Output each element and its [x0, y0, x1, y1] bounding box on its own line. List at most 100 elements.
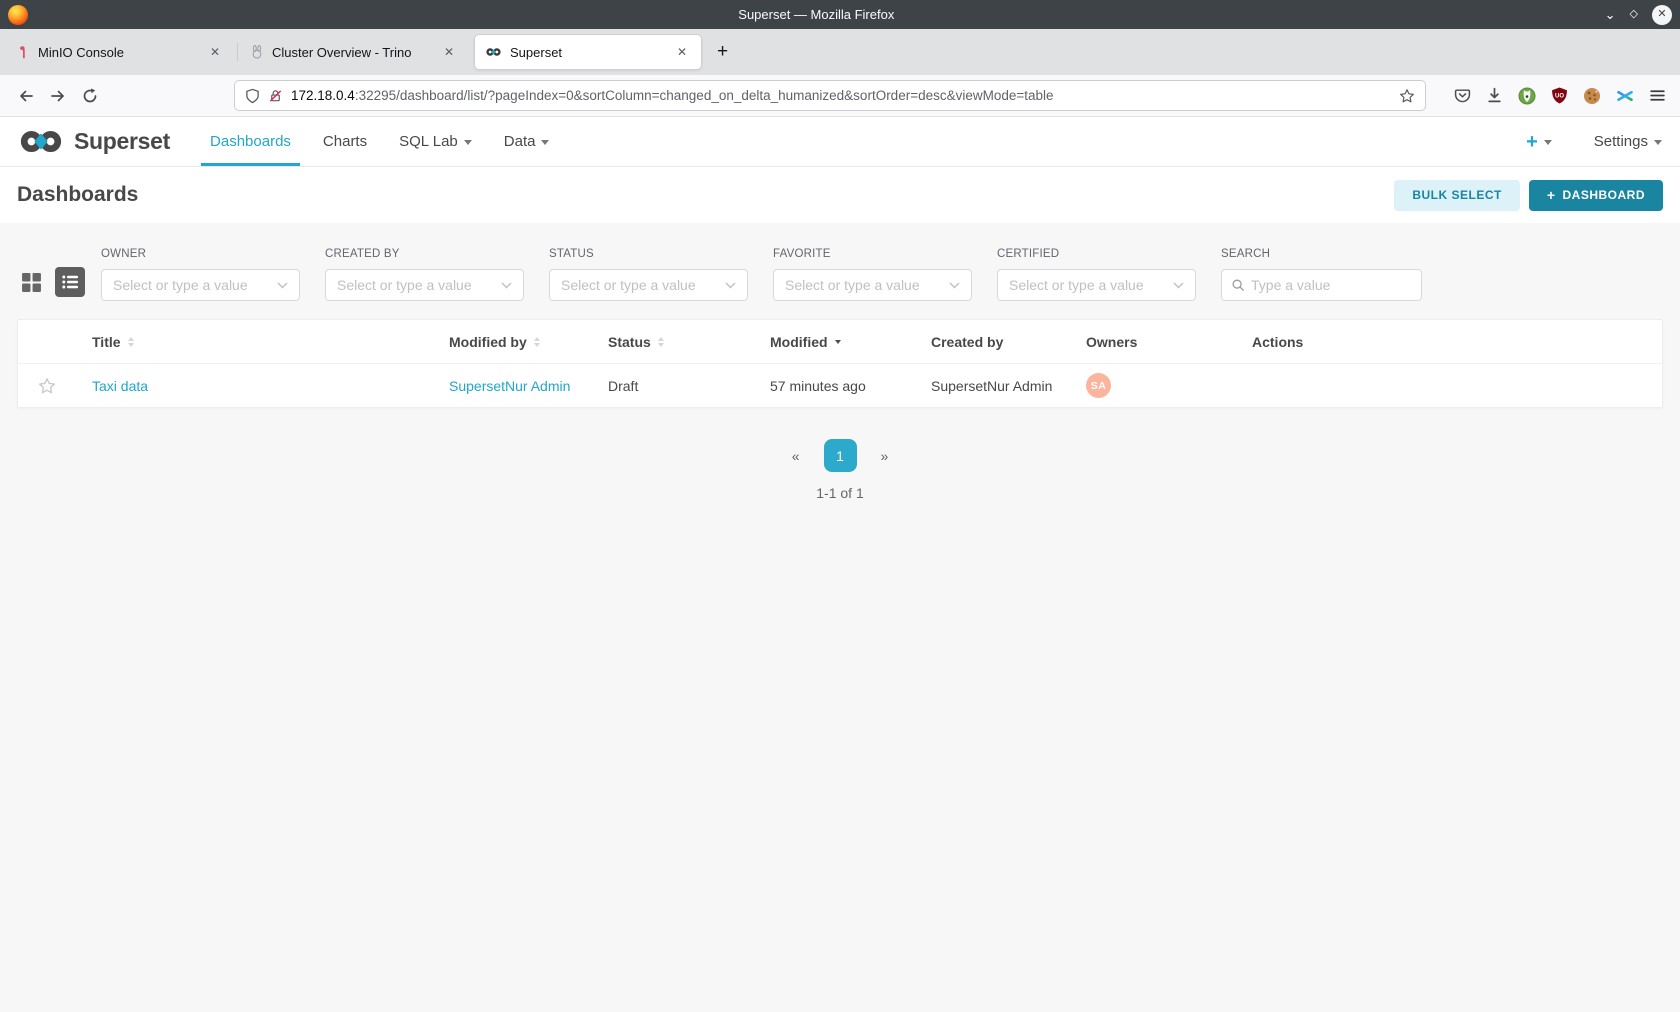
new-item-menu-button[interactable]: + [1526, 132, 1552, 152]
superset-logo-icon [17, 130, 65, 153]
url-text[interactable]: 172.18.0.4:32295/dashboard/list/?pageInd… [291, 88, 1391, 103]
column-label: Title [92, 334, 121, 350]
select-placeholder: Select or type a value [1009, 277, 1173, 293]
favorite-star-button[interactable] [18, 377, 75, 395]
status-select[interactable]: Select or type a value [549, 269, 748, 301]
tab-close-icon[interactable]: ✕ [673, 43, 691, 61]
browser-window: Superset — Mozilla Firefox ⌄ ◇ ✕ MinIO C… [0, 0, 1680, 1012]
new-tab-button[interactable]: + [705, 41, 740, 63]
certified-select[interactable]: Select or type a value [997, 269, 1196, 301]
tab-bar: MinIO Console ✕ Cluster Overview - Trino… [0, 29, 1680, 75]
maximize-button[interactable]: ◇ [1630, 9, 1638, 20]
insecure-lock-icon[interactable] [268, 88, 283, 104]
select-placeholder: Select or type a value [113, 277, 277, 293]
filter-label: STATUS [549, 248, 748, 260]
tab-label: Cluster Overview - Trino [272, 45, 440, 60]
privacy-badger-icon[interactable] [1518, 87, 1536, 105]
minimize-button[interactable]: ⌄ [1605, 8, 1616, 21]
page-1-button[interactable]: 1 [824, 439, 857, 472]
nav-label: Data [504, 133, 536, 150]
column-label: Actions [1252, 334, 1303, 350]
nav-label: Charts [323, 133, 367, 150]
sparkle-extension-icon[interactable] [1616, 87, 1634, 105]
forward-button[interactable] [42, 82, 74, 110]
tab-minio-console[interactable]: MinIO Console ✕ [6, 34, 234, 70]
url-host: 172.18.0.4 [291, 88, 355, 103]
ublock-origin-icon[interactable]: UO [1551, 87, 1568, 104]
window-titlebar: Superset — Mozilla Firefox ⌄ ◇ ✕ [0, 0, 1680, 29]
column-label: Status [608, 334, 651, 350]
bulk-select-button[interactable]: BULK SELECT [1394, 180, 1520, 211]
close-button[interactable]: ✕ [1652, 5, 1672, 25]
modified-by-cell[interactable]: SupersetNur Admin [432, 378, 591, 394]
plus-icon: + [1526, 132, 1538, 152]
window-controls: ⌄ ◇ ✕ [1605, 5, 1672, 25]
next-page-button[interactable]: » [875, 444, 895, 468]
table-header-row: Title Modified by Status Modified Create… [18, 320, 1662, 364]
nav-label: Dashboards [210, 133, 291, 150]
page-actions: BULK SELECT + DASHBOARD [1394, 180, 1663, 211]
column-header-owners: Owners [1069, 334, 1235, 350]
navbar-right: + Settings [1526, 117, 1662, 166]
tab-superset[interactable]: Superset ✕ [474, 34, 702, 70]
settings-menu-button[interactable]: Settings [1594, 133, 1662, 150]
row-count-summary: 1-1 of 1 [0, 485, 1680, 501]
previous-page-button[interactable]: « [786, 444, 806, 468]
tab-trino[interactable]: Cluster Overview - Trino ✕ [240, 34, 468, 70]
card-view-toggle[interactable] [21, 272, 42, 293]
sort-icon [658, 337, 664, 347]
dashboard-title[interactable]: Taxi data [92, 378, 148, 394]
column-label: Created by [931, 334, 1003, 350]
status-cell: Draft [591, 378, 753, 394]
page-title: Dashboards [17, 183, 138, 207]
chevron-down-icon [725, 282, 736, 289]
column-header-modified-by[interactable]: Modified by [432, 334, 591, 350]
modified-by-link[interactable]: SupersetNur Admin [449, 378, 570, 394]
menu-hamburger-icon[interactable] [1649, 87, 1666, 104]
tab-close-icon[interactable]: ✕ [440, 43, 458, 61]
filter-favorite: FAVORITE Select or type a value [773, 248, 972, 301]
created-by-select[interactable]: Select or type a value [325, 269, 524, 301]
brand-name: Superset [74, 128, 170, 155]
filter-search: SEARCH [1221, 248, 1422, 301]
column-header-status[interactable]: Status [591, 334, 753, 350]
owners-cell: SA [1069, 373, 1235, 398]
tab-label: MinIO Console [38, 45, 206, 60]
tracking-protection-shield-icon[interactable] [245, 88, 260, 104]
owner-avatar[interactable]: SA [1086, 373, 1111, 398]
svg-text:UO: UO [1555, 93, 1564, 99]
nav-tab-dashboards[interactable]: Dashboards [201, 117, 300, 166]
column-header-actions: Actions [1235, 334, 1662, 350]
browser-toolbar: 172.18.0.4:32295/dashboard/list/?pageInd… [0, 75, 1680, 117]
favorite-select[interactable]: Select or type a value [773, 269, 972, 301]
window-title: Superset — Mozilla Firefox [28, 7, 1605, 22]
nav-tab-sql-lab[interactable]: SQL Lab [390, 117, 481, 166]
dashboard-title-link[interactable]: Taxi data [75, 378, 432, 394]
download-icon[interactable] [1486, 87, 1503, 104]
tab-close-icon[interactable]: ✕ [206, 43, 224, 61]
list-view-toggle[interactable] [55, 267, 85, 297]
table-row: Taxi data SupersetNur Admin Draft 57 min… [18, 364, 1662, 407]
trino-icon [250, 45, 264, 59]
column-header-title[interactable]: Title [75, 334, 432, 350]
bookmark-star-icon[interactable] [1399, 88, 1415, 104]
owner-select[interactable]: Select or type a value [101, 269, 300, 301]
column-label: Owners [1086, 334, 1137, 350]
search-box [1221, 269, 1422, 301]
cookie-icon[interactable] [1583, 87, 1601, 105]
filter-label: CERTIFIED [997, 248, 1196, 260]
nav-tab-data[interactable]: Data [495, 117, 559, 166]
dashboard-list-area: OWNER Select or type a value CREATED BY … [0, 223, 1680, 1012]
reload-button[interactable] [74, 82, 106, 110]
new-dashboard-button[interactable]: + DASHBOARD [1529, 180, 1663, 211]
created-by-cell: SupersetNur Admin [914, 378, 1069, 394]
back-button[interactable] [10, 82, 42, 110]
filter-label: SEARCH [1221, 248, 1422, 260]
nav-tab-charts[interactable]: Charts [314, 117, 376, 166]
search-input[interactable] [1251, 277, 1412, 293]
superset-brand[interactable]: Superset [17, 117, 170, 166]
column-header-modified[interactable]: Modified [753, 334, 914, 350]
pocket-icon[interactable] [1454, 87, 1471, 104]
url-bar[interactable]: 172.18.0.4:32295/dashboard/list/?pageInd… [234, 80, 1426, 111]
superset-navbar: Superset Dashboards Charts SQL Lab Data … [0, 117, 1680, 167]
